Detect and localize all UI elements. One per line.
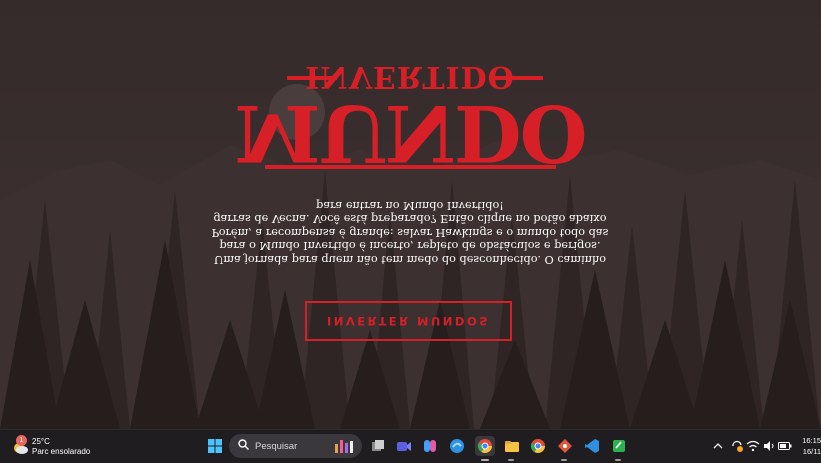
copilot-icon[interactable]	[420, 436, 440, 456]
sync-icon[interactable]	[727, 436, 747, 456]
git-icon[interactable]	[555, 436, 575, 456]
battery-icon[interactable]	[778, 436, 792, 456]
wifi-icon[interactable]	[746, 436, 760, 456]
invert-worlds-button[interactable]: INVERTER MUNDOS	[305, 301, 512, 341]
search-highlight-icon	[334, 438, 356, 459]
weather-widget[interactable]: 1 25°C Parc ensolarado	[12, 435, 90, 459]
clock-time: 16:15	[802, 436, 821, 445]
hero-scene: INVERTIDO MUNDO Uma jornada para quem nã…	[0, 0, 821, 429]
chrome-profile-icon[interactable]	[528, 436, 548, 456]
chrome-icon[interactable]	[475, 436, 495, 456]
title-big: MUNDO	[234, 87, 586, 178]
title-underline	[265, 165, 556, 169]
search-box[interactable]: Pesquisar	[229, 434, 362, 458]
title-group: INVERTIDO MUNDO	[0, 0, 821, 220]
description-text: Uma jornada para quem não tem medo do de…	[211, 199, 609, 266]
task-view-icon[interactable]	[368, 436, 388, 456]
weather-badge: 1	[16, 435, 27, 446]
clock-date: 16/11	[802, 447, 821, 456]
search-icon	[238, 437, 249, 455]
notes-icon[interactable]	[609, 436, 629, 456]
weather-sun-icon: 1	[12, 435, 28, 455]
file-explorer-icon[interactable]	[502, 436, 522, 456]
vscode-icon[interactable]	[582, 436, 602, 456]
search-placeholder: Pesquisar	[255, 440, 298, 452]
git-indicator	[561, 459, 567, 461]
description-block: Uma jornada para quem não tem medo do de…	[200, 196, 620, 266]
notes-indicator	[615, 459, 621, 461]
weather-condition: Parc ensolarado	[32, 447, 91, 456]
edge-icon[interactable]	[447, 436, 467, 456]
chrome-active-indicator	[481, 459, 489, 461]
weather-temperature: 25°C	[32, 437, 50, 446]
system-clock[interactable]: 16:15 16/11	[796, 435, 821, 457]
meet-icon[interactable]	[394, 436, 414, 456]
file-explorer-indicator	[508, 459, 514, 461]
windows-start-icon[interactable]	[205, 436, 225, 456]
volume-icon[interactable]	[762, 436, 776, 456]
taskbar: 1 25°C Parc ensolarado Pesquisar 16:15 1…	[0, 429, 821, 463]
chevron-up-icon[interactable]	[708, 436, 728, 456]
invert-worlds-label: INVERTER MUNDOS	[326, 314, 491, 328]
